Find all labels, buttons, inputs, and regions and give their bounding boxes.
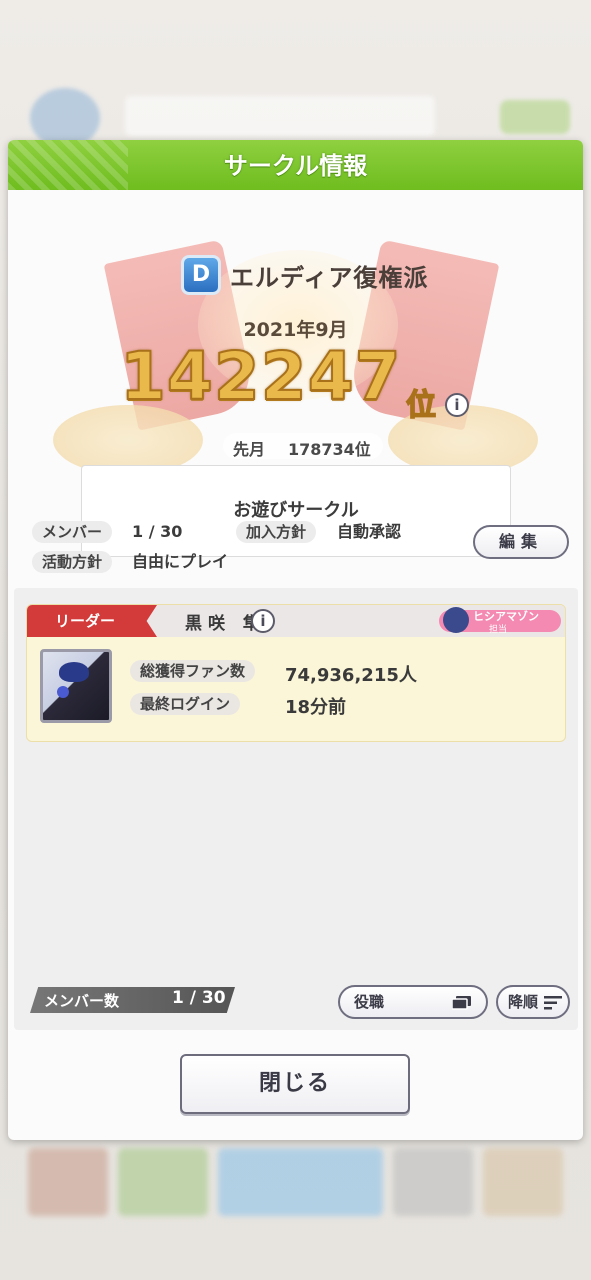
background-tile (483, 1148, 563, 1216)
members-value: 1 / 30 (132, 522, 183, 541)
background-tile (118, 1148, 208, 1216)
close-button[interactable]: 閉じる (180, 1054, 410, 1114)
last-login-value: 18分前 (285, 697, 347, 718)
member-info-icon[interactable]: i (251, 609, 275, 633)
role-sort-label: 役職 (354, 993, 385, 1011)
activity-label: 活動方針 (32, 551, 113, 573)
order-sort-label: 降順 (508, 993, 539, 1011)
background-bottom-nav (18, 1148, 573, 1218)
circle-info-modal: サークル情報 D エルディア復権派 2021年9月 142247 位 i 先月 … (8, 140, 583, 1140)
order-sort-button[interactable]: 降順 (496, 985, 570, 1019)
member-card[interactable]: リーダー 黒咲 隼 i ヒシアマゾン 担当 総獲得ファン数 74,936,215… (26, 604, 566, 742)
prev-month-value: 178734位 (288, 440, 371, 459)
leader-tag: リーダー (27, 605, 157, 637)
modal-header: サークル情報 (8, 140, 583, 190)
member-count-label: メンバー数 (44, 992, 120, 1010)
sort-lines-icon (544, 996, 562, 1010)
background-tile (218, 1148, 383, 1216)
member-list-panel: リーダー 黒咲 隼 i ヒシアマゾン 担当 総獲得ファン数 74,936,215… (14, 588, 578, 1030)
background-circle-header (30, 88, 570, 148)
member-count-value: 1 / 30 (172, 988, 226, 1008)
rank-info-icon[interactable]: i (445, 393, 469, 417)
prev-month-label: 先月 (233, 440, 266, 459)
rank-suffix: 位 (405, 387, 437, 424)
cards-icon (452, 996, 471, 1010)
rank-number: 142247 (119, 337, 402, 416)
background-tile (393, 1148, 473, 1216)
trainer-avatar-icon (443, 607, 469, 633)
background-title-box (125, 96, 435, 136)
circle-motto: お遊びサークル (81, 465, 511, 557)
join-policy-value: 自動承認 (337, 522, 402, 541)
role-sort-button[interactable]: 役職 (338, 985, 488, 1019)
member-avatar[interactable] (40, 649, 112, 723)
modal-title: サークル情報 (223, 152, 368, 180)
trainer-role: 担当 (489, 625, 508, 635)
circle-name: エルディア復権派 (230, 264, 429, 292)
circle-emblem-icon: D (178, 252, 224, 298)
join-policy-label: 加入方針 (236, 521, 317, 543)
circle-emblem-letter: D (181, 255, 221, 295)
edit-button[interactable]: 編集 (473, 525, 569, 559)
members-label: メンバー (32, 521, 113, 543)
background-emblem (30, 88, 100, 148)
avatar-rose (57, 686, 69, 698)
fans-label: 総獲得ファン数 (130, 660, 256, 682)
background-tile (28, 1148, 108, 1216)
background-button (500, 100, 570, 134)
activity-value: 自由にプレイ (132, 552, 229, 571)
fans-value: 74,936,215人 (285, 665, 417, 686)
avatar-hat (59, 662, 89, 682)
last-login-label: 最終ログイン (130, 693, 241, 715)
